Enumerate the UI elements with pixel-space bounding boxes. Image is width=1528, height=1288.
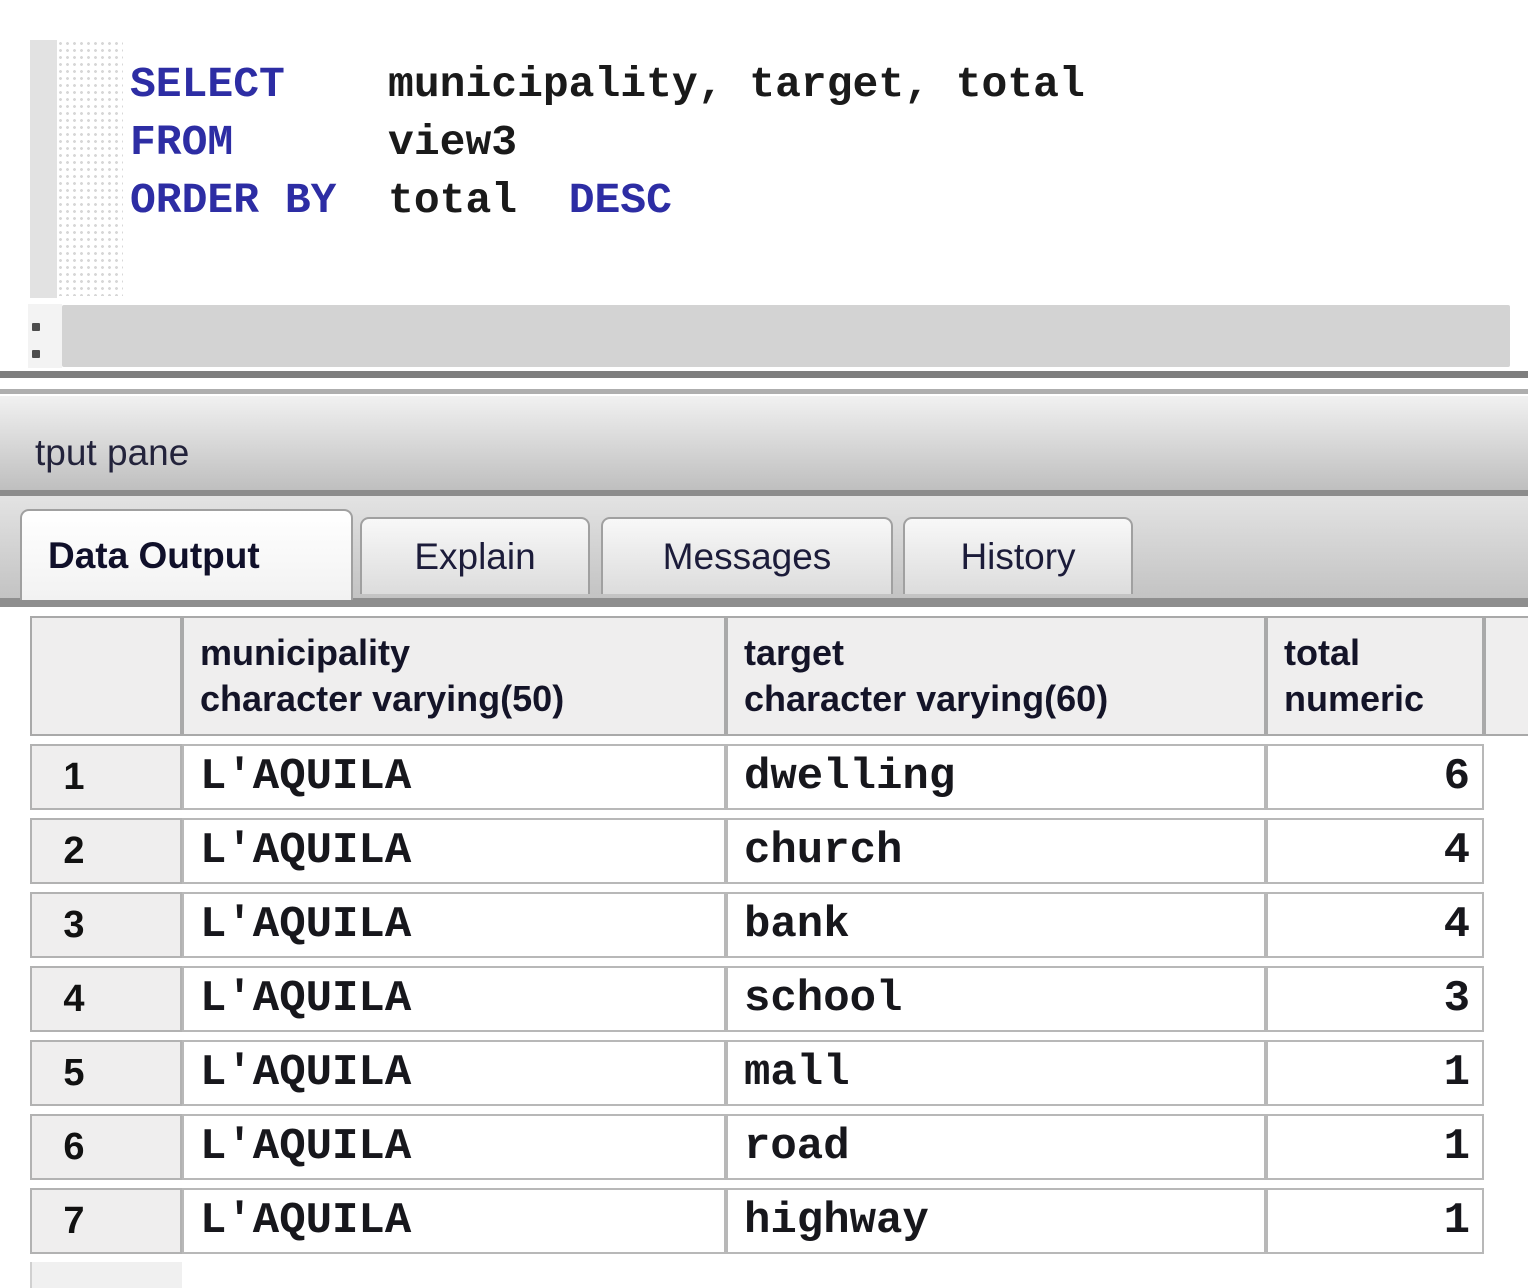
total-cell[interactable]: 1 — [1266, 1188, 1484, 1254]
row-number-cell[interactable]: 2 — [30, 818, 182, 884]
table-row: 1L'AQUILAdwelling6 — [30, 744, 1484, 810]
tab-label: Explain — [414, 536, 535, 578]
tab-label: Data Output — [48, 535, 260, 577]
toolbar-bar — [62, 305, 1510, 367]
municipality-cell[interactable]: L'AQUILA — [182, 1040, 726, 1106]
target-cell[interactable]: school — [726, 966, 1266, 1032]
column-type: character varying(50) — [200, 676, 718, 722]
sql-keyword: SELECT — [130, 60, 285, 109]
municipality-cell[interactable]: L'AQUILA — [182, 818, 726, 884]
target-cell[interactable]: road — [726, 1114, 1266, 1180]
table-row: 2L'AQUILAchurch4 — [30, 818, 1484, 884]
next-row-stub — [30, 1262, 182, 1288]
sql-keyword: DESC — [569, 176, 672, 225]
pane-splitter-shadow — [0, 389, 1528, 394]
output-pane-header: tput pane — [0, 396, 1528, 490]
tab-explain[interactable]: Explain — [360, 517, 590, 594]
sql-line-2: FROM view3 — [130, 114, 1085, 172]
column-type: numeric — [1284, 676, 1476, 722]
row-number-cell[interactable]: 7 — [30, 1188, 182, 1254]
editor-margin-hatch — [57, 40, 123, 296]
sql-text: view3 — [233, 118, 517, 167]
toolbar-strip — [0, 304, 1528, 368]
row-number-cell[interactable]: 1 — [30, 744, 182, 810]
row-number-cell[interactable]: 5 — [30, 1040, 182, 1106]
row-number-cell[interactable]: 6 — [30, 1114, 182, 1180]
editor-line-number-gutter — [30, 40, 57, 298]
output-tab-strip: Data Output Explain Messages History — [0, 496, 1528, 598]
municipality-cell[interactable]: L'AQUILA — [182, 966, 726, 1032]
grip-dot-icon — [32, 323, 40, 331]
column-name: municipality — [200, 630, 718, 676]
table-row: 7L'AQUILAhighway1 — [30, 1188, 1484, 1254]
column-header-total[interactable]: totalnumeric — [1266, 616, 1484, 736]
grip-dot-icon — [32, 350, 40, 358]
column-name: target — [744, 630, 1258, 676]
result-table: municipalitycharacter varying(50)targetc… — [30, 608, 1484, 1262]
table-row: 4L'AQUILAschool3 — [30, 966, 1484, 1032]
row-number-cell[interactable]: 3 — [30, 892, 182, 958]
sql-line-1: SELECT municipality, target, total — [130, 56, 1085, 114]
target-cell[interactable]: highway — [726, 1188, 1266, 1254]
sql-keyword: ORDER BY — [130, 176, 336, 225]
municipality-cell[interactable]: L'AQUILA — [182, 744, 726, 810]
total-cell[interactable]: 6 — [1266, 744, 1484, 810]
column-name: total — [1284, 630, 1476, 676]
table-header-row: municipalitycharacter varying(50)targetc… — [30, 616, 1484, 736]
sql-line-3: ORDER BY total DESC — [130, 172, 1085, 230]
column-type: character varying(60) — [744, 676, 1258, 722]
target-cell[interactable]: bank — [726, 892, 1266, 958]
tab-label: Messages — [663, 536, 832, 578]
tab-messages[interactable]: Messages — [601, 517, 893, 594]
total-cell[interactable]: 1 — [1266, 1114, 1484, 1180]
sql-text: total — [336, 176, 568, 225]
output-pane-title: tput pane — [35, 432, 189, 474]
municipality-cell[interactable]: L'AQUILA — [182, 1188, 726, 1254]
table-row: 6L'AQUILAroad1 — [30, 1114, 1484, 1180]
municipality-cell[interactable]: L'AQUILA — [182, 1114, 726, 1180]
data-output-grid: municipalitycharacter varying(50)targetc… — [30, 608, 1484, 1262]
row-number-cell[interactable]: 4 — [30, 966, 182, 1032]
municipality-cell[interactable]: L'AQUILA — [182, 892, 726, 958]
total-cell[interactable]: 4 — [1266, 818, 1484, 884]
sql-keyword: FROM — [130, 118, 233, 167]
table-header-overflow-stub — [1484, 616, 1528, 736]
target-cell[interactable]: dwelling — [726, 744, 1266, 810]
total-cell[interactable]: 4 — [1266, 892, 1484, 958]
column-header-rownum[interactable] — [30, 616, 182, 736]
total-cell[interactable]: 1 — [1266, 1040, 1484, 1106]
column-header-municipality[interactable]: municipalitycharacter varying(50) — [182, 616, 726, 736]
table-row: 5L'AQUILAmall1 — [30, 1040, 1484, 1106]
table-row: 3L'AQUILAbank4 — [30, 892, 1484, 958]
sql-text: municipality, target, total — [285, 60, 1085, 109]
pgadmin-query-window: { "sql_editor": { "keyword_color": "#2d2… — [0, 0, 1528, 1288]
tab-data-output[interactable]: Data Output — [20, 509, 353, 600]
target-cell[interactable]: church — [726, 818, 1266, 884]
sql-query-editor[interactable]: SELECT municipality, target, totalFROM v… — [130, 56, 1085, 230]
tab-label: History — [960, 536, 1075, 578]
target-cell[interactable]: mall — [726, 1040, 1266, 1106]
tab-history[interactable]: History — [903, 517, 1133, 594]
toolbar-grip[interactable] — [28, 304, 62, 368]
pane-splitter[interactable] — [0, 371, 1528, 378]
total-cell[interactable]: 3 — [1266, 966, 1484, 1032]
column-header-target[interactable]: targetcharacter varying(60) — [726, 616, 1266, 736]
